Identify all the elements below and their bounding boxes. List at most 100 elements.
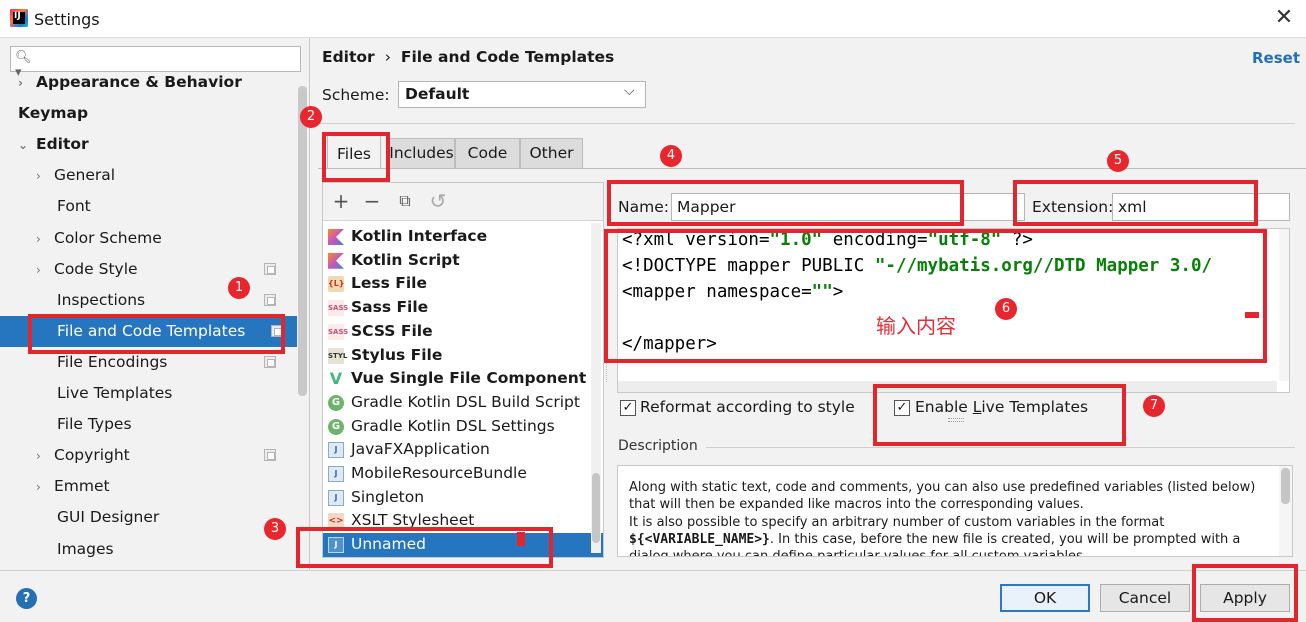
template-item-label: Kotlin Interface (351, 227, 488, 245)
search-icon: 🔍︎▾ (15, 50, 32, 80)
sidebar-item-color-scheme[interactable]: › Color Scheme (36, 223, 290, 254)
sidebar-item-emmet[interactable]: › Emmet (36, 471, 290, 502)
remove-template-button[interactable]: − (361, 190, 383, 212)
scrollbar-thumb[interactable] (1281, 468, 1290, 504)
reformat-checkbox[interactable]: ✓ (620, 400, 636, 416)
sidebar-item-label: Copyright (54, 446, 130, 465)
sidebar-item-label: GUI Designer (57, 508, 160, 527)
tab-includes[interactable]: Includes (388, 138, 455, 168)
template-item[interactable]: {L} Less File (323, 272, 603, 296)
template-item[interactable]: J Singleton (323, 486, 603, 510)
window-title: Settings (34, 10, 100, 29)
gradle-icon: G (328, 394, 344, 411)
sidebar-item-editor[interactable]: ⌄ Editor (18, 129, 290, 160)
badge-5: 5 (1107, 150, 1129, 172)
template-item[interactable]: SASS Sass File (323, 296, 603, 320)
sidebar-item-label: General (54, 166, 116, 185)
chevron-right-icon[interactable]: › (36, 255, 54, 286)
sidebar-item-label: Inspections (57, 290, 146, 309)
badge-6: 6 (995, 298, 1017, 320)
close-icon[interactable]: ✕ (1272, 6, 1296, 30)
sidebar-item-gui-designer[interactable]: GUI Designer (36, 502, 290, 533)
tab-other[interactable]: Other (520, 138, 583, 168)
breadcrumb-current: File and Code Templates (400, 48, 615, 66)
template-item-label: JavaFXApplication (351, 440, 490, 459)
breadcrumb-editor[interactable]: Editor (322, 48, 375, 66)
template-item[interactable]: Kotlin Script (323, 249, 603, 273)
sidebar-item-label: File Encodings (57, 352, 168, 371)
chevron-right-icon[interactable]: › (36, 161, 54, 192)
copy-template-button[interactable]: ⧉ (394, 190, 416, 212)
chevron-right-icon[interactable]: › (18, 68, 36, 99)
tab-code[interactable]: Code (455, 138, 520, 168)
template-item[interactable]: G Gradle Kotlin DSL Build Script (323, 391, 603, 415)
vue-icon: V (329, 369, 343, 389)
sidebar-item-keymap[interactable]: Keymap (18, 98, 290, 129)
sidebar-item-appearance-behavior[interactable]: › Appearance & Behavior (18, 67, 290, 98)
sidebar-item-code-style[interactable]: › Code Style (36, 254, 290, 285)
template-item-label: Gradle Kotlin DSL Build Script (351, 392, 580, 411)
add-template-button[interactable]: + (330, 190, 352, 212)
sidebar-item-inspections[interactable]: Inspections (36, 285, 290, 316)
template-item-label: Less File (351, 274, 427, 293)
template-item-label: Singleton (351, 487, 425, 506)
sidebar-item-label: Keymap (18, 104, 89, 123)
chevron-down-icon[interactable]: ⌄ (18, 130, 36, 161)
breadcrumb: Editor › File and Code Templates (322, 48, 614, 66)
scheme-dropdown[interactable]: Default (398, 81, 646, 108)
sidebar-item-label: Color Scheme (54, 228, 162, 247)
description-text: Along with static text, code and comment… (629, 480, 1256, 557)
template-item[interactable]: SASS SCSS File (323, 320, 603, 344)
template-item[interactable]: J JavaFXApplication (323, 438, 603, 462)
template-item-label: Sass File (351, 298, 429, 317)
sidebar-item-font[interactable]: Font (36, 191, 290, 222)
java-file-icon: J (328, 489, 344, 506)
sidebar-item-copyright[interactable]: › Copyright (36, 440, 290, 471)
sidebar-item-live-templates[interactable]: Live Templates (36, 378, 290, 409)
annotation-box-4 (607, 180, 964, 226)
sidebar-item-general[interactable]: › General (36, 160, 290, 191)
annotation-box-7 (873, 384, 1126, 446)
template-item[interactable]: G Gradle Kotlin DSL Settings (323, 415, 603, 439)
sass-icon: SASS (328, 300, 348, 317)
chevron-right-icon[interactable]: › (36, 224, 54, 255)
gradle-icon: G (328, 418, 344, 435)
template-item-label: Gradle Kotlin DSL Settings (351, 416, 555, 435)
project-scope-icon (264, 449, 276, 462)
template-item-label: Vue Single File Component (351, 369, 587, 388)
template-item-label: Stylus File (351, 345, 443, 364)
annotation-mark-6 (1245, 312, 1259, 318)
settings-sidebar: 🔍︎▾ › Appearance & Behavior Keymap ⌄ Editor ›… (0, 38, 310, 570)
chevron-down-icon: ⌵ (624, 83, 635, 99)
sidebar-scrollbar[interactable] (298, 86, 307, 396)
editor-vertical-scrollbar[interactable] (1279, 229, 1289, 381)
template-list-scrollbar[interactable] (591, 223, 601, 553)
template-item-label: Kotlin Script (351, 250, 460, 269)
template-item[interactable]: J MobileResourceBundle (323, 462, 603, 486)
badge-7: 7 (1143, 395, 1165, 417)
description-scrollbar[interactable] (1279, 466, 1292, 556)
template-item[interactable]: V Vue Single File Component (323, 367, 603, 391)
cancel-button[interactable]: Cancel (1100, 584, 1190, 612)
chevron-right-icon[interactable]: › (36, 472, 54, 503)
help-icon[interactable]: ? (16, 588, 37, 609)
sidebar-item-file-types[interactable]: File Types (36, 409, 290, 440)
revert-template-button[interactable]: ↺ (427, 190, 449, 212)
chevron-right-icon[interactable]: › (36, 441, 54, 472)
breadcrumb-separator: › (384, 48, 391, 66)
sidebar-item-label: File Types (57, 415, 132, 434)
stylus-icon: STYL (328, 347, 347, 364)
template-item[interactable]: STYL Stylus File (323, 344, 603, 368)
scheme-label: Scheme: (322, 86, 390, 104)
less-icon: {L} (328, 276, 345, 293)
sidebar-item-label: Live Templates (57, 384, 173, 402)
template-item[interactable]: Kotlin Interface (323, 225, 603, 249)
sidebar-item-images[interactable]: Images (36, 534, 290, 565)
kotlin-icon (328, 229, 344, 245)
sidebar-item-label: Font (57, 197, 91, 216)
ok-button[interactable]: OK (1000, 584, 1090, 612)
scrollbar-thumb[interactable] (592, 473, 600, 543)
reset-link[interactable]: Reset (1252, 49, 1300, 67)
annotation-box-apply (1192, 564, 1298, 622)
description-label: Description (618, 438, 698, 454)
